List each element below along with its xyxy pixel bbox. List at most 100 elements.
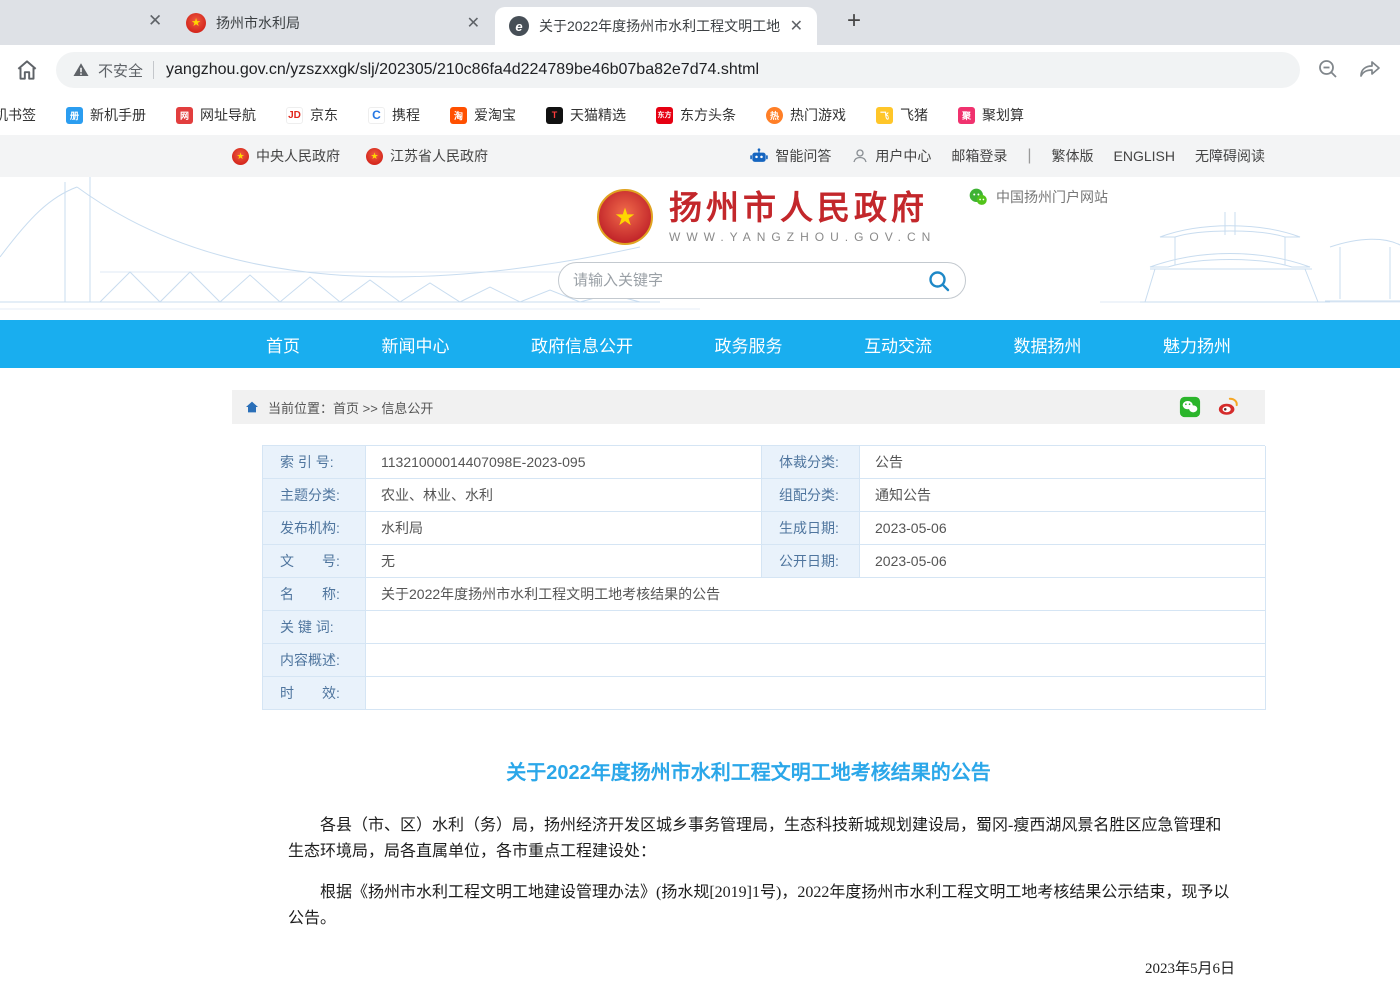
link-user-center[interactable]: 用户中心 bbox=[851, 146, 931, 166]
meta-label: 索 引 号: bbox=[263, 446, 366, 479]
portal-badge[interactable]: 中国扬州门户网站 bbox=[968, 187, 1108, 207]
meta-value bbox=[366, 677, 1266, 710]
site-url: WWW.YANGZHOU.GOV.CN bbox=[669, 230, 936, 244]
tab-announcement-active[interactable]: e 关于2022年度扬州市水利工程文明工地 ✕ bbox=[495, 7, 817, 45]
jd-icon: JD bbox=[286, 107, 303, 124]
site-name: 扬州市人民政府 bbox=[669, 190, 936, 226]
site-logo[interactable]: ★ 扬州市人民政府 WWW.YANGZHOU.GOV.CN bbox=[597, 189, 936, 245]
meta-label: 主题分类: bbox=[263, 479, 366, 512]
nav-services[interactable]: 政务服务 bbox=[715, 332, 783, 357]
bookmark-jd[interactable]: JD 京东 bbox=[286, 105, 338, 125]
new-tab-button[interactable]: + bbox=[838, 6, 870, 38]
meta-value: 关于2022年度扬州市水利工程文明工地考核结果的公告 bbox=[366, 578, 1266, 611]
bookmark-taobao[interactable]: 淘 爱淘宝 bbox=[450, 105, 516, 125]
gov-emblem-favicon: ★ bbox=[186, 13, 206, 33]
address-separator bbox=[153, 61, 154, 79]
bookmark-ctrip[interactable]: C 携程 bbox=[368, 105, 420, 125]
gov-links-bar: ★ 中央人民政府 ★ 江苏省人民政府 智能问答 用户中心 邮 bbox=[0, 135, 1400, 177]
address-bar[interactable]: 不安全 yangzhou.gov.cn/yzszxxgk/slj/202305/… bbox=[56, 52, 1300, 88]
gov-emblem-icon: ★ bbox=[232, 148, 249, 165]
bookmarks-bar: 机书签 册 新机手册 网 网址导航 JD 京东 C 携程 淘 爱淘宝 T 天猫精… bbox=[0, 95, 1400, 135]
site-search bbox=[558, 262, 966, 299]
meta-value: 11321000014407098E-2023-095 bbox=[366, 446, 762, 479]
bookmark-nav-site[interactable]: 网 网址导航 bbox=[176, 105, 256, 125]
link-jiangsu-gov[interactable]: ★ 江苏省人民政府 bbox=[366, 146, 488, 166]
link-central-gov[interactable]: ★ 中央人民政府 bbox=[232, 146, 340, 166]
meta-label: 公开日期: bbox=[762, 545, 860, 578]
divider: | bbox=[1027, 147, 1031, 165]
article-title: 关于2022年度扬州市水利工程文明工地考核结果的公告 bbox=[232, 756, 1265, 785]
page-content: 当前位置：首页 >> 信息公开 索 引 号: 11321000014407098… bbox=[232, 390, 1265, 997]
nav-news[interactable]: 新闻中心 bbox=[382, 332, 450, 357]
nav-interaction[interactable]: 互动交流 bbox=[864, 332, 932, 357]
meta-label: 发布机构: bbox=[263, 512, 366, 545]
taobao-icon: 淘 bbox=[450, 107, 467, 124]
article-date: 2023年5月6日 bbox=[232, 957, 1235, 978]
browser-toolbar: 不安全 yangzhou.gov.cn/yzszxxgk/slj/202305/… bbox=[0, 45, 1400, 95]
article-paragraph: 根据《扬州市水利工程文明工地建设管理办法》(扬水规[2019]1号)，2022年… bbox=[288, 880, 1234, 933]
nav-info-disclosure[interactable]: 政府信息公开 bbox=[531, 332, 633, 357]
nav-home[interactable]: 首页 bbox=[266, 332, 300, 357]
tab-title: 扬州市水利局 bbox=[216, 13, 459, 33]
bookmark-juhuasuan[interactable]: 聚 聚划算 bbox=[958, 105, 1024, 125]
meta-value: 农业、林业、水利 bbox=[366, 479, 762, 512]
breadcrumb-text[interactable]: 当前位置：首页 >> 信息公开 bbox=[268, 398, 1179, 417]
site-header-banner: ★ 扬州市人民政府 WWW.YANGZHOU.GOV.CN 中国扬州门户网站 bbox=[0, 177, 1400, 320]
link-traditional-chinese[interactable]: 繁体版 bbox=[1052, 146, 1094, 166]
meta-label: 文 号: bbox=[263, 545, 366, 578]
bookmark-fliggy[interactable]: 飞 飞猪 bbox=[876, 105, 928, 125]
url-text[interactable]: yangzhou.gov.cn/yzszxxgk/slj/202305/210c… bbox=[166, 61, 759, 79]
main-nav: 首页 新闻中心 政府信息公开 政务服务 互动交流 数据扬州 魅力扬州 bbox=[0, 320, 1400, 368]
bookmark-manual[interactable]: 册 新机手册 bbox=[66, 105, 146, 125]
national-emblem-icon: ★ bbox=[597, 189, 653, 245]
nav-charm[interactable]: 魅力扬州 bbox=[1163, 332, 1231, 357]
browser-tab-bar: ✕ ★ 扬州市水利局 ✕ e 关于2022年度扬州市水利工程文明工地 ✕ + bbox=[0, 0, 1400, 45]
meta-label: 生成日期: bbox=[762, 512, 860, 545]
link-smart-qa[interactable]: 智能问答 bbox=[749, 146, 831, 166]
gov-emblem-icon: ★ bbox=[366, 148, 383, 165]
home-icon[interactable] bbox=[14, 57, 40, 83]
bookmark-phone-marks[interactable]: 机书签 bbox=[0, 105, 36, 125]
user-icon bbox=[851, 147, 869, 165]
juhuasuan-icon: 聚 bbox=[958, 107, 975, 124]
tab-title: 关于2022年度扬州市水利工程文明工地 bbox=[539, 16, 782, 36]
meta-label: 时 效: bbox=[263, 677, 366, 710]
bookmark-games[interactable]: 热 热门游戏 bbox=[766, 105, 846, 125]
games-icon: 热 bbox=[766, 107, 783, 124]
bookmark-eastday[interactable]: 东方 东方头条 bbox=[656, 105, 736, 125]
search-icon[interactable] bbox=[927, 269, 951, 293]
meta-value bbox=[366, 611, 1266, 644]
search-input[interactable] bbox=[573, 272, 927, 289]
bookmark-tmall[interactable]: T 天猫精选 bbox=[546, 105, 626, 125]
eastday-icon: 东方 bbox=[656, 107, 673, 124]
meta-value: 2023-05-06 bbox=[860, 545, 1266, 578]
tab-close-icon[interactable]: ✕ bbox=[459, 13, 494, 33]
hidden-tab-close-icon[interactable]: ✕ bbox=[148, 11, 162, 31]
site-favicon: e bbox=[509, 16, 529, 36]
article-paragraph: 各县（市、区）水利（务）局，扬州经济开发区城乡事务管理局，生态科技新城规划建设局… bbox=[288, 813, 1234, 866]
link-english[interactable]: ENGLISH bbox=[1114, 148, 1175, 164]
meta-label: 内容概述: bbox=[263, 644, 366, 677]
breadcrumb: 当前位置：首页 >> 信息公开 bbox=[232, 390, 1265, 424]
meta-value: 2023-05-06 bbox=[860, 512, 1266, 545]
tab-close-icon[interactable]: ✕ bbox=[782, 16, 817, 36]
nav-data[interactable]: 数据扬州 bbox=[1014, 332, 1082, 357]
manual-icon: 册 bbox=[66, 107, 83, 124]
security-label: 不安全 bbox=[98, 60, 143, 81]
ctrip-icon: C bbox=[368, 107, 385, 124]
document-meta-table: 索 引 号: 11321000014407098E-2023-095 体裁分类:… bbox=[262, 445, 1265, 710]
link-accessibility[interactable]: 无障碍阅读 bbox=[1195, 146, 1265, 166]
fliggy-icon: 飞 bbox=[876, 107, 893, 124]
home-icon bbox=[244, 399, 260, 415]
meta-value: 水利局 bbox=[366, 512, 762, 545]
link-mail-login[interactable]: 邮箱登录 bbox=[951, 146, 1007, 166]
wechat-share-icon[interactable] bbox=[1179, 396, 1201, 418]
zoom-out-icon[interactable] bbox=[1316, 57, 1342, 83]
meta-value: 公告 bbox=[860, 446, 1266, 479]
meta-value: 无 bbox=[366, 545, 762, 578]
meta-value: 通知公告 bbox=[860, 479, 1266, 512]
tab-shuiliju[interactable]: ★ 扬州市水利局 ✕ bbox=[172, 0, 494, 45]
article-body: 各县（市、区）水利（务）局，扬州经济开发区城乡事务管理局，生态科技新城规划建设局… bbox=[288, 813, 1234, 933]
weibo-share-icon[interactable] bbox=[1217, 396, 1239, 418]
share-icon[interactable] bbox=[1358, 57, 1384, 83]
